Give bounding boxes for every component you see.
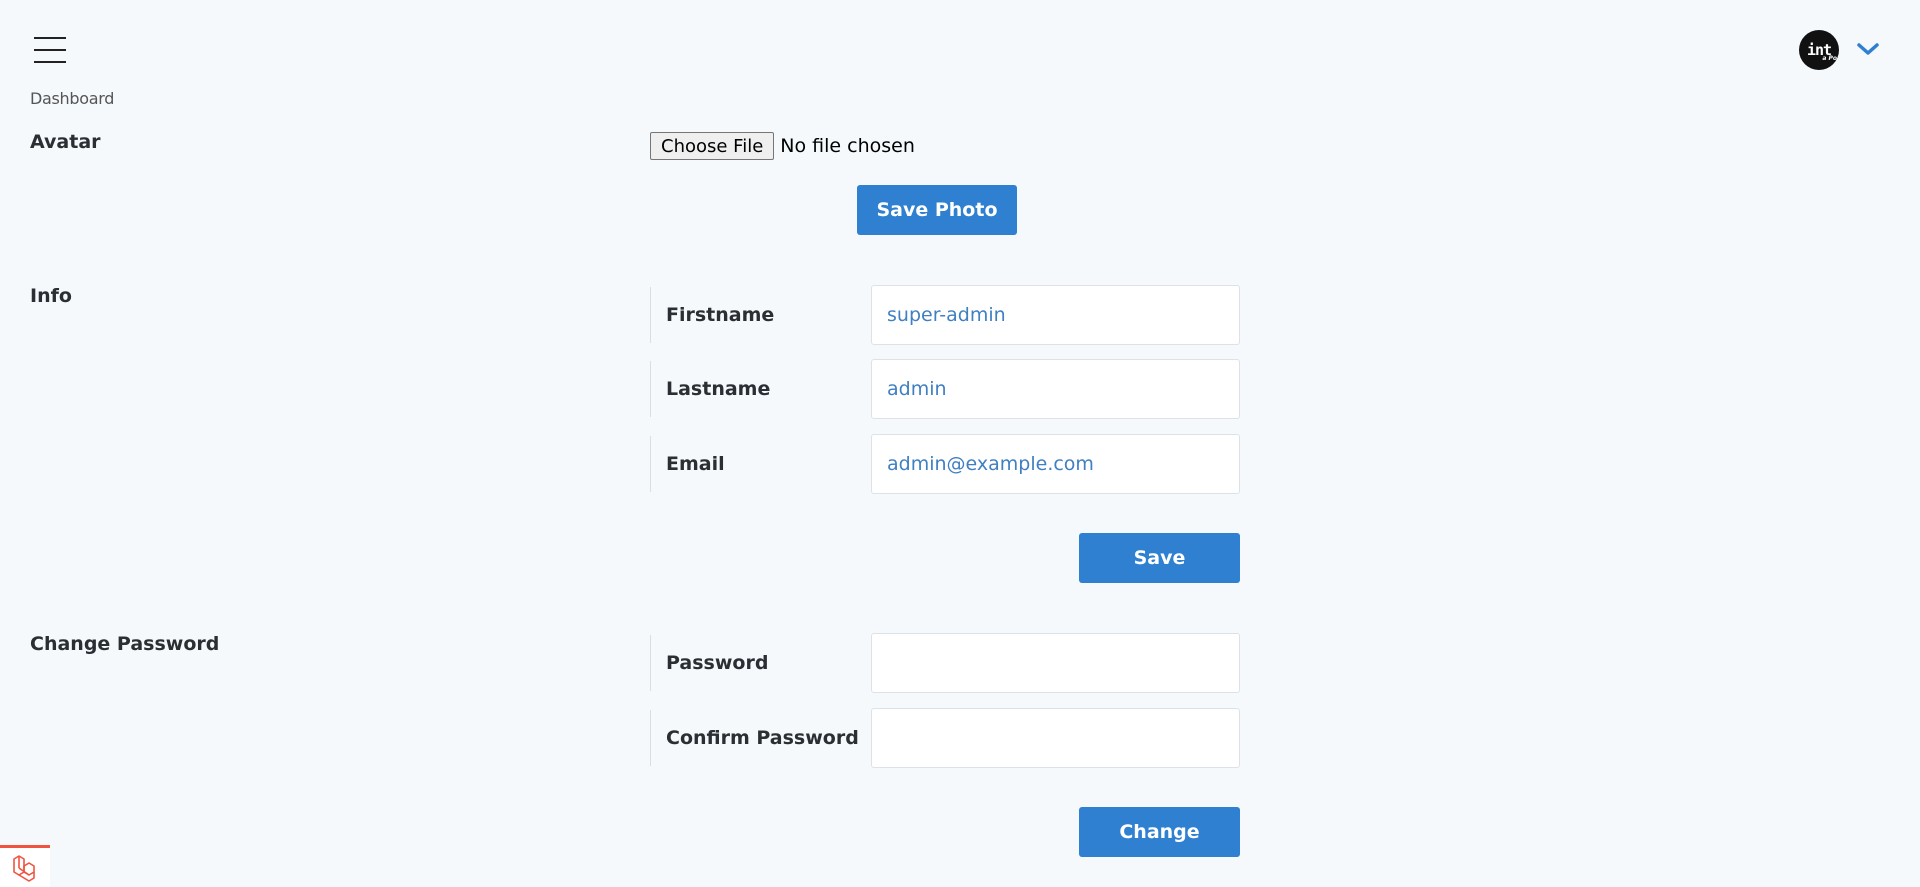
row-divider xyxy=(650,436,651,492)
avatar-section-title: Avatar xyxy=(30,131,101,153)
row-divider xyxy=(650,635,651,691)
change-password-button[interactable]: Change xyxy=(1079,807,1240,857)
lastname-label: Lastname xyxy=(666,378,771,400)
row-divider xyxy=(650,361,651,417)
chevron-down-icon[interactable] xyxy=(1856,40,1880,58)
save-photo-button[interactable]: Save Photo xyxy=(857,185,1017,235)
firstname-input[interactable]: super-admin xyxy=(871,285,1240,345)
avatar-file-input: Choose File No file chosen xyxy=(650,132,915,160)
confirm-password-input[interactable] xyxy=(871,708,1240,768)
hamburger-menu-icon[interactable] xyxy=(34,37,66,63)
change-password-section-title: Change Password xyxy=(30,633,220,655)
password-label: Password xyxy=(666,652,769,674)
avatar-image: int a Po xyxy=(1799,30,1839,70)
email-label: Email xyxy=(666,453,725,475)
confirm-password-row: Confirm Password xyxy=(650,708,1240,768)
info-section-title: Info xyxy=(30,285,72,307)
firstname-label: Firstname xyxy=(666,304,775,326)
confirm-password-label: Confirm Password xyxy=(666,727,859,749)
lastname-row: Lastname admin xyxy=(650,359,1240,419)
email-row: Email admin@example.com xyxy=(650,434,1240,494)
file-status-text: No file chosen xyxy=(780,135,915,157)
breadcrumb-dashboard[interactable]: Dashboard xyxy=(30,89,114,108)
row-divider xyxy=(650,710,651,766)
password-row: Password xyxy=(650,633,1240,693)
password-input[interactable] xyxy=(871,633,1240,693)
choose-file-button[interactable]: Choose File xyxy=(650,132,775,160)
firstname-row: Firstname super-admin xyxy=(650,285,1240,345)
laravel-logo-icon[interactable] xyxy=(0,845,50,887)
lastname-input[interactable]: admin xyxy=(871,359,1240,419)
save-info-button[interactable]: Save xyxy=(1079,533,1240,583)
top-navbar: int a Po xyxy=(0,0,1920,90)
breadcrumb: Dashboard xyxy=(30,89,114,108)
email-input[interactable]: admin@example.com xyxy=(871,434,1240,494)
user-avatar[interactable]: int a Po xyxy=(1799,30,1839,70)
row-divider xyxy=(650,287,651,343)
avatar-small-text: a Po xyxy=(1822,55,1837,62)
